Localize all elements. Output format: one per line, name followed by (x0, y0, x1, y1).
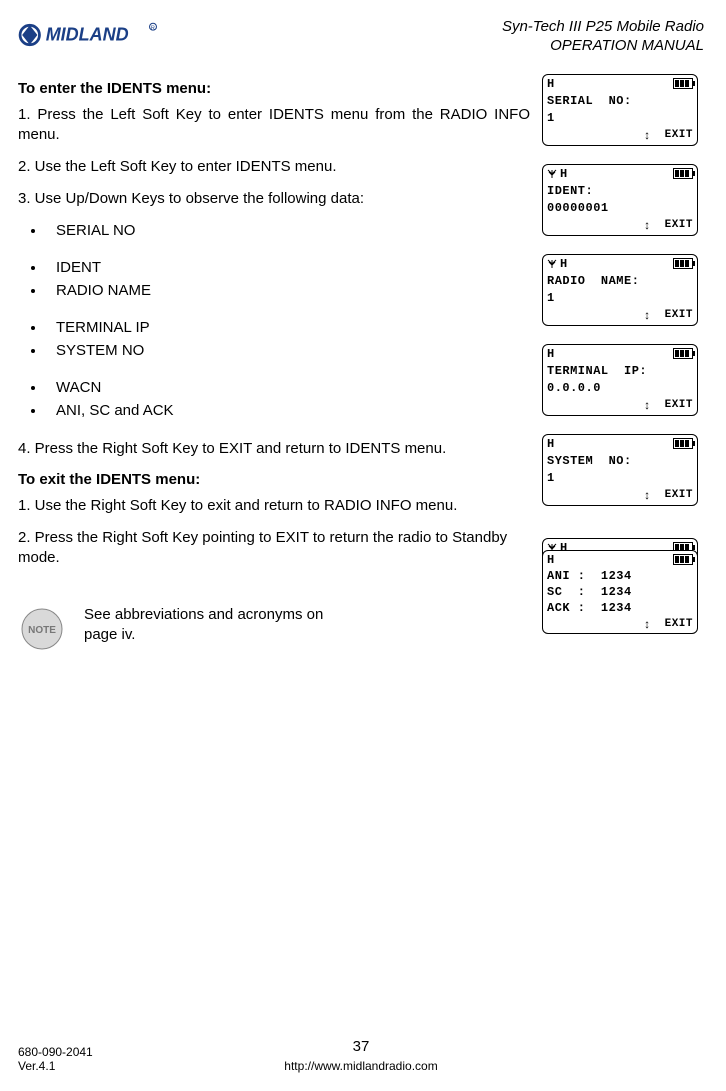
updown-icon: ↕ (644, 488, 651, 502)
lcd-line: 1 (547, 471, 693, 485)
list-item: SYSTEM NO (46, 342, 530, 359)
text-column: To enter the IDENTS menu: 1. Press the L… (18, 74, 542, 653)
page-header: MIDLAND R Syn-Tech III P25 Mobile Radio … (18, 18, 704, 56)
data-list-3: TERMINAL IP SYSTEM NO (46, 319, 530, 359)
h-icon: H (547, 77, 555, 91)
updown-icon: ↕ (644, 398, 651, 412)
svg-text:MIDLAND: MIDLAND (46, 25, 129, 45)
list-item: IDENT (46, 259, 530, 276)
note-row: NOTE See abbreviations and acronyms on p… (18, 605, 530, 653)
midland-logo: MIDLAND R (18, 18, 198, 52)
lcd-line: 1 (547, 111, 693, 125)
list-item: RADIO NAME (46, 282, 530, 299)
updown-icon: ↕ (644, 617, 651, 631)
battery-icon (673, 438, 693, 449)
exit-label: EXIT (665, 399, 693, 411)
lcd-line: ANI : 1234 (547, 569, 693, 583)
updown-icon: ↕ (644, 308, 651, 322)
battery-icon (673, 168, 693, 179)
header-title-line2: OPERATION MANUAL (502, 37, 704, 56)
enter-step3: 3. Use Up/Down Keys to observe the follo… (18, 189, 530, 209)
enter-heading: To enter the IDENTS menu: (18, 80, 530, 97)
lcd-line: 0.0.0.0 (547, 381, 693, 395)
lcd-line: TERMINAL IP: (547, 364, 693, 378)
battery-icon (673, 78, 693, 89)
h-icon: H (560, 167, 568, 181)
logo-svg: MIDLAND R (18, 18, 198, 52)
svg-text:R: R (151, 25, 155, 31)
antenna-icon (547, 259, 557, 269)
list-item: ANI, SC and ACK (46, 402, 530, 419)
h-icon: H (547, 553, 555, 567)
exit-label: EXIT (665, 219, 693, 231)
h-icon: H (547, 347, 555, 361)
lcd-system-no: H SYSTEM NO: 1 ↕ EXIT (542, 434, 698, 506)
lcd-terminal-ip: H TERMINAL IP: 0.0.0.0 ↕ EXIT (542, 344, 698, 416)
battery-icon (673, 258, 693, 269)
page-number: 37 (18, 1038, 704, 1055)
updown-icon: ↕ (644, 218, 651, 232)
lcd-line: RADIO NAME: (547, 274, 693, 288)
lcd-line: 00000001 (547, 201, 693, 215)
header-title: Syn-Tech III P25 Mobile Radio OPERATION … (502, 18, 704, 56)
exit-step1: 1. Use the Right Soft Key to exit and re… (18, 496, 530, 516)
lcd-line: 1 (547, 291, 693, 305)
lcd-line: ACK : 1234 (547, 601, 693, 615)
data-list-2: IDENT RADIO NAME (46, 259, 530, 299)
data-list-4: WACN ANI, SC and ACK (46, 379, 530, 419)
updown-icon: ↕ (644, 128, 651, 142)
enter-step4: 4. Press the Right Soft Key to EXIT and … (18, 439, 530, 459)
enter-step2: 2. Use the Left Soft Key to enter IDENTS… (18, 157, 530, 177)
screens-column: H SERIAL NO: 1 ↕ EXIT H (542, 74, 704, 652)
list-item: SERIAL NO (46, 222, 530, 239)
svg-text:NOTE: NOTE (28, 625, 56, 636)
page: MIDLAND R Syn-Tech III P25 Mobile Radio … (0, 0, 726, 1091)
battery-icon (673, 554, 693, 565)
page-footer: 37 680-090-2041 Ver.4.1 http://www.midla… (18, 1045, 704, 1073)
note-icon: NOTE (18, 605, 66, 653)
lcd-ident: H IDENT: 00000001 ↕ EXIT (542, 164, 698, 236)
lcd-radio-name: H RADIO NAME: 1 ↕ EXIT (542, 254, 698, 326)
list-item: TERMINAL IP (46, 319, 530, 336)
exit-label: EXIT (665, 309, 693, 321)
data-list-1: SERIAL NO (46, 222, 530, 239)
enter-step1: 1. Press the Left Soft Key to enter IDEN… (18, 105, 530, 146)
lcd-line: SYSTEM NO: (547, 454, 693, 468)
footer-url: http://www.midlandradio.com (18, 1059, 704, 1073)
battery-icon (673, 348, 693, 359)
h-icon: H (560, 257, 568, 271)
list-item: WACN (46, 379, 530, 396)
lcd-line: IDENT: (547, 184, 693, 198)
exit-label: EXIT (665, 489, 693, 501)
lcd-serial-no: H SERIAL NO: 1 ↕ EXIT (542, 74, 698, 146)
h-icon: H (547, 437, 555, 451)
exit-label: EXIT (665, 129, 693, 141)
header-title-line1: Syn-Tech III P25 Mobile Radio (502, 18, 704, 37)
lcd-line: SERIAL NO: (547, 94, 693, 108)
exit-step2: 2. Press the Right Soft Key pointing to … (18, 528, 530, 569)
antenna-icon (547, 169, 557, 179)
lcd-ani-sc-ack: H ANI : 1234 SC : 1234 ACK : 1234 ↕ EXIT (542, 550, 698, 634)
lcd-line: SC : 1234 (547, 585, 693, 599)
exit-label: EXIT (665, 618, 693, 630)
note-text: See abbreviations and acronyms on page i… (84, 605, 344, 646)
content-area: To enter the IDENTS menu: 1. Press the L… (18, 74, 704, 653)
exit-heading: To exit the IDENTS menu: (18, 471, 530, 488)
